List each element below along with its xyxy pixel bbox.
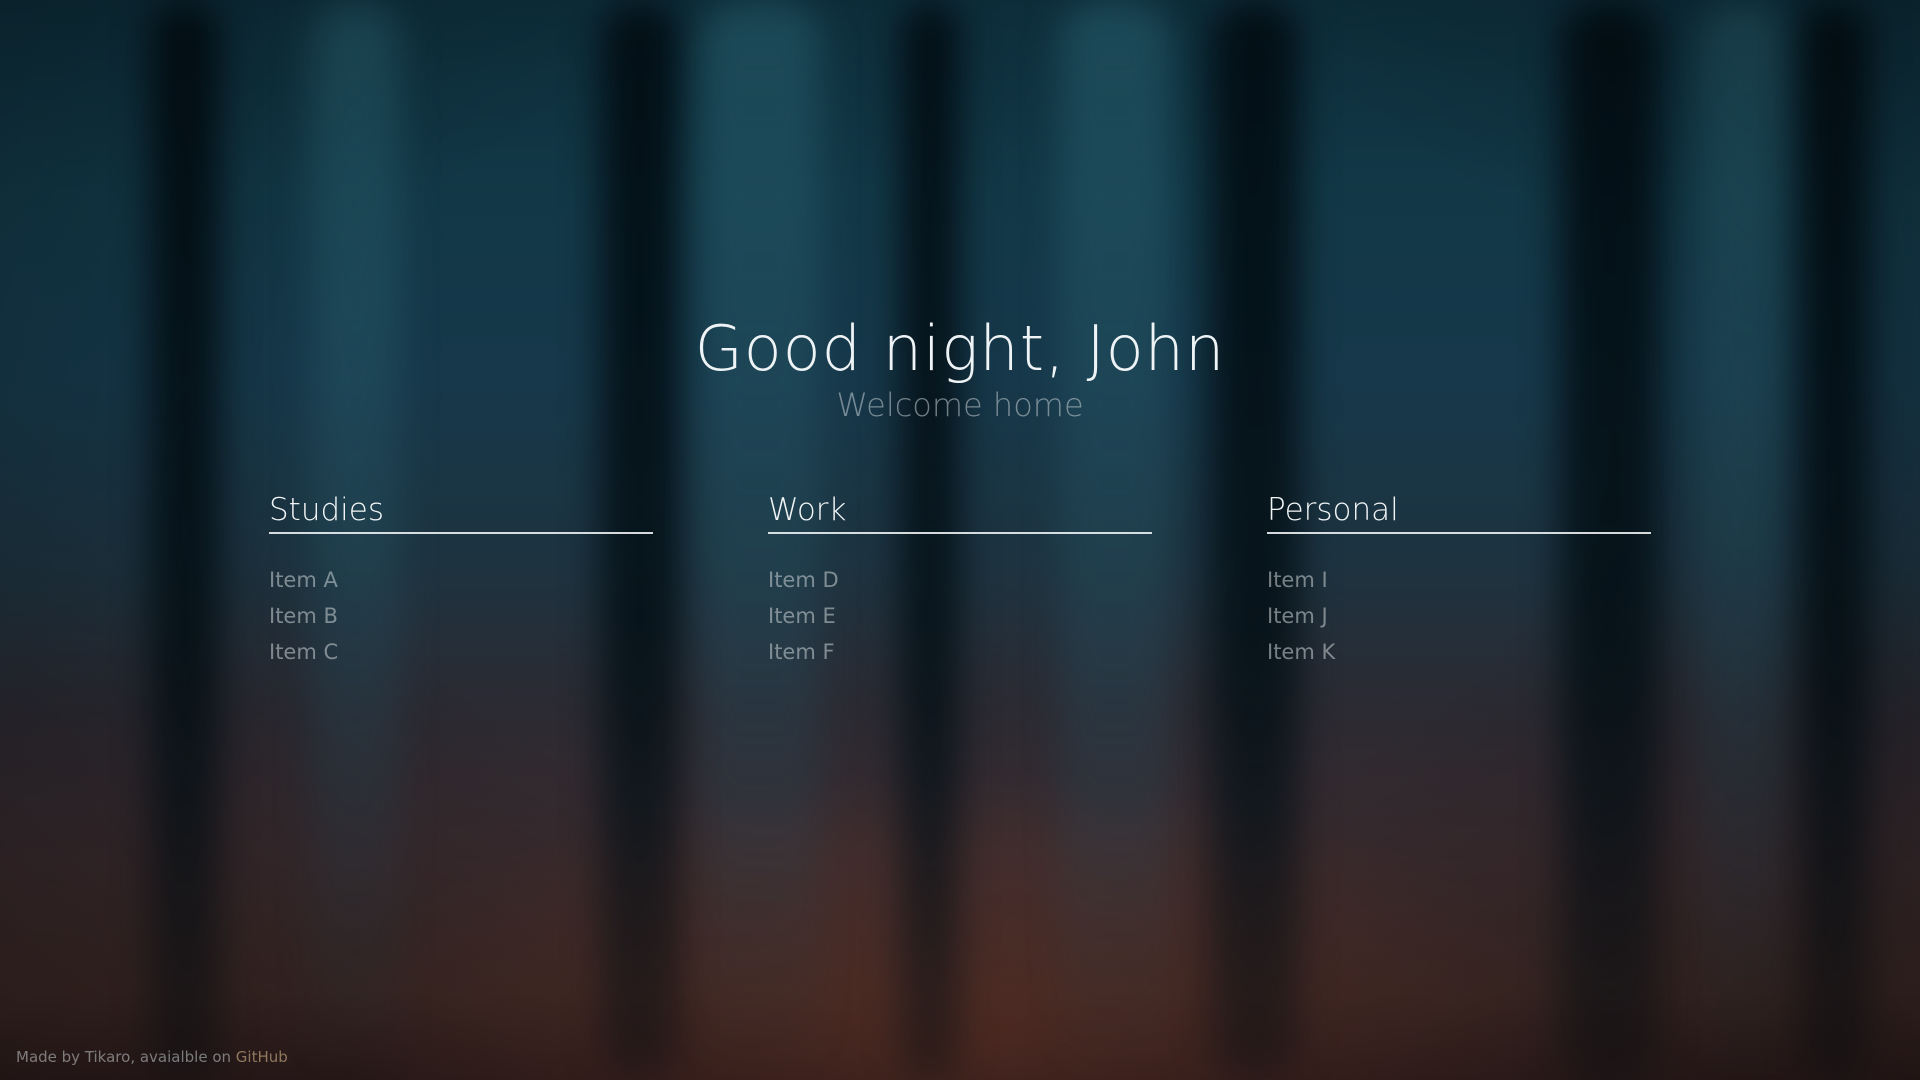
column-studies: Studies Item A Item B Item C [269,490,653,670]
greeting-title: Good night, John [694,312,1226,385]
footer-credit: Made by Tikaro, avaialble on GitHub [16,1048,288,1066]
list-item: Item A [269,562,653,598]
link-item[interactable]: Item E [768,604,836,628]
link-item[interactable]: Item A [269,568,338,592]
link-item[interactable]: Item K [1267,640,1335,664]
link-list: Item I Item J Item K [1267,562,1651,670]
list-item: Item B [269,598,653,634]
column-personal: Personal Item I Item J Item K [1267,490,1651,670]
list-item: Item K [1267,634,1651,670]
list-item: Item E [768,598,1152,634]
column-title: Studies [269,490,653,534]
list-item: Item F [768,634,1152,670]
link-list: Item A Item B Item C [269,562,653,670]
link-item[interactable]: Item F [768,640,835,664]
link-item[interactable]: Item I [1267,568,1328,592]
column-title: Personal [1267,490,1651,534]
link-item[interactable]: Item B [269,604,338,628]
greeting-subtitle: Welcome home [836,386,1084,424]
home-page: Good night, John Welcome home Studies It… [0,0,1920,1080]
link-item[interactable]: Item D [768,568,839,592]
column-work: Work Item D Item E Item F [768,490,1152,670]
link-item[interactable]: Item J [1267,604,1328,628]
list-item: Item I [1267,562,1651,598]
link-item[interactable]: Item C [269,640,338,664]
list-item: Item J [1267,598,1651,634]
github-link[interactable]: GitHub [236,1048,288,1066]
footer-text: Made by Tikaro, avaialble on [16,1048,236,1066]
column-title: Work [768,490,1152,534]
list-item: Item C [269,634,653,670]
list-item: Item D [768,562,1152,598]
link-list: Item D Item E Item F [768,562,1152,670]
